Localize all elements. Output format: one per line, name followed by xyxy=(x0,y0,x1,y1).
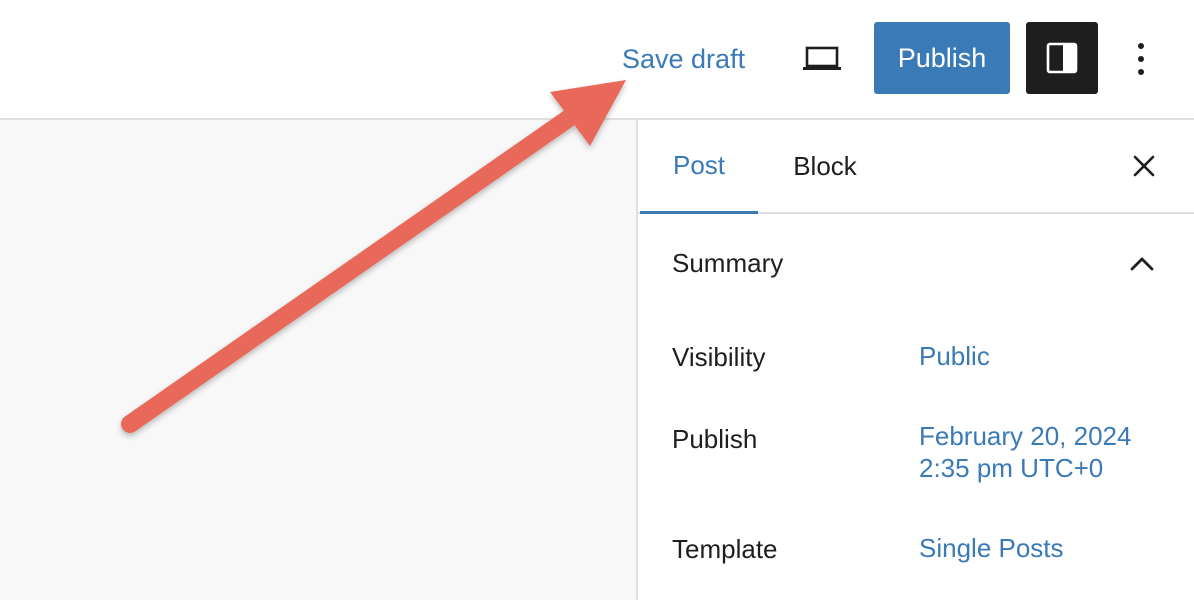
panel-title: Summary xyxy=(672,248,784,278)
more-options-button[interactable] xyxy=(1116,30,1166,88)
template-label: Template xyxy=(672,534,778,564)
summary-panel-toggle[interactable]: Summary xyxy=(638,214,1194,314)
editor-header: Save draft Publish xyxy=(0,0,1194,120)
preview-button[interactable] xyxy=(790,30,854,88)
settings-sidebar: Post Block Summary Visibility Public Pub… xyxy=(636,120,1194,600)
visibility-label: Visibility xyxy=(672,342,766,372)
template-value-link[interactable]: Single Posts xyxy=(919,532,1064,564)
tab-post[interactable]: Post xyxy=(640,120,758,214)
sidebar-tabs: Post Block xyxy=(638,120,1194,214)
publish-time: 2:35 pm UTC+0 xyxy=(919,453,1104,483)
laptop-icon xyxy=(803,46,841,70)
settings-toggle-button[interactable] xyxy=(1026,22,1098,94)
editor-canvas[interactable] xyxy=(0,120,636,600)
tab-block[interactable]: Block xyxy=(768,120,882,212)
close-icon xyxy=(1133,155,1155,177)
visibility-value-link[interactable]: Public xyxy=(919,340,990,372)
sidebar-panel-icon xyxy=(1046,42,1078,74)
vertical-ellipsis-icon xyxy=(1138,43,1144,75)
publish-label: Publish xyxy=(672,424,758,454)
close-sidebar-button[interactable] xyxy=(1122,144,1166,188)
publish-button[interactable]: Publish xyxy=(874,22,1010,94)
publish-date-link[interactable]: February 20, 2024 2:35 pm UTC+0 xyxy=(919,420,1131,484)
publish-date: February 20, 2024 xyxy=(919,421,1132,451)
save-draft-button[interactable]: Save draft xyxy=(606,36,761,82)
chevron-up-icon xyxy=(1130,257,1154,271)
